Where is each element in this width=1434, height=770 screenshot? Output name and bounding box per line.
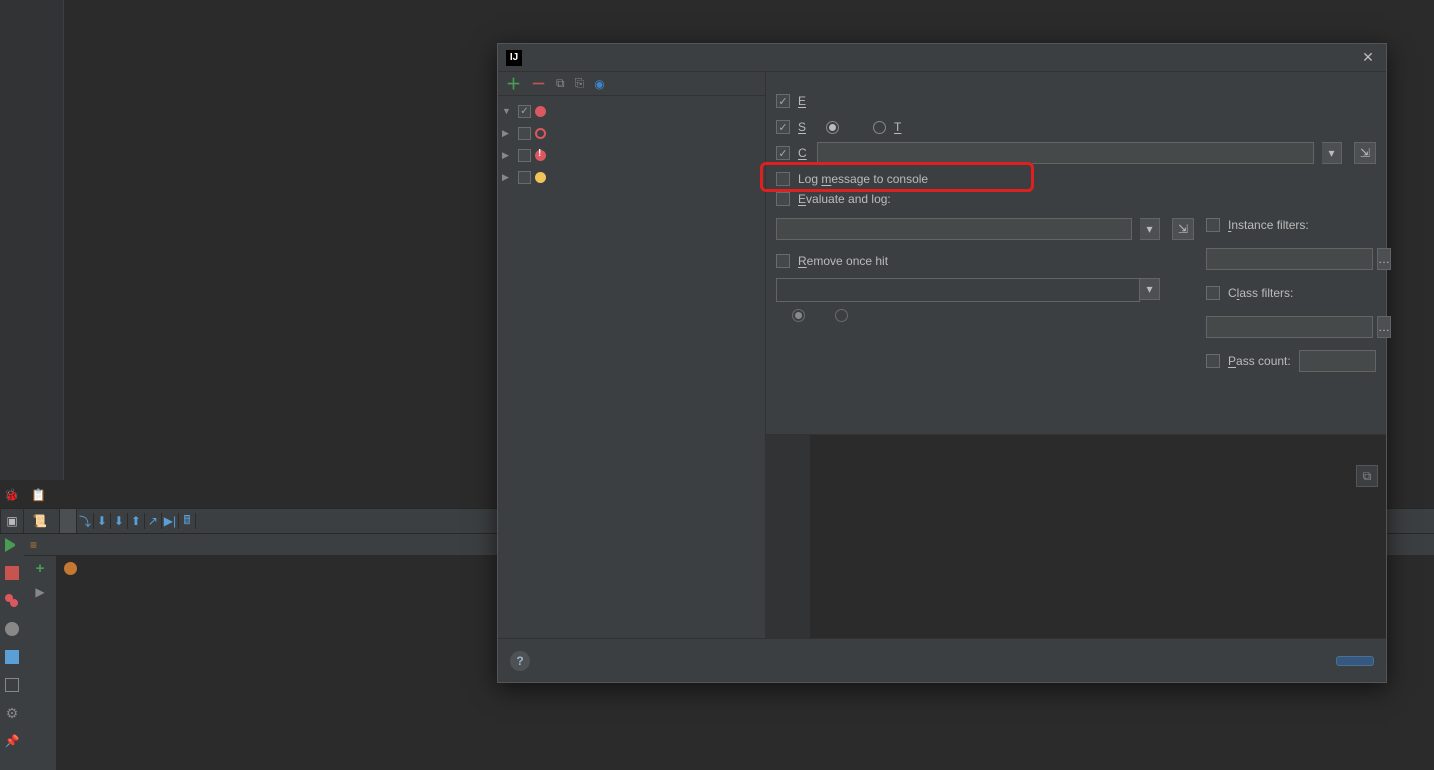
tree-method-bp[interactable]: ▶: [498, 122, 765, 144]
pass-count-checkbox[interactable]: [1206, 354, 1220, 368]
condition-input[interactable]: [817, 142, 1314, 164]
line-breakpoint-icon: [535, 106, 546, 117]
restore-layout-icon[interactable]: ▣: [0, 509, 24, 533]
disabled-until-dropdown-icon[interactable]: ▾: [1140, 278, 1160, 300]
evaluate-icon[interactable]: 🖩: [179, 513, 196, 529]
history-dropdown-icon[interactable]: ▾: [1322, 142, 1342, 164]
console-tab[interactable]: 📜: [24, 509, 60, 533]
resume-icon[interactable]: [5, 538, 19, 552]
step-into-icon[interactable]: ⬇: [94, 513, 111, 529]
instance-filters-input: [1206, 248, 1373, 270]
eval-expand-icon[interactable]: ⇲: [1172, 218, 1194, 240]
all-radio[interactable]: [826, 121, 839, 134]
variable-badge-icon: [64, 562, 77, 575]
condition-checkbox[interactable]: [776, 146, 790, 160]
force-step-into-icon[interactable]: ⬇: [111, 513, 128, 529]
debug-tab-header: 🐞 📋: [0, 486, 52, 504]
enabled-checkbox[interactable]: [776, 94, 790, 108]
evaluate-log-checkbox[interactable]: [776, 192, 790, 206]
copy-icon[interactable]: ⎘: [575, 76, 585, 91]
remove-breakpoint-icon[interactable]: －: [531, 73, 546, 94]
eval-dropdown-icon[interactable]: ▾: [1140, 218, 1160, 240]
expand-icon[interactable]: ▶: [35, 585, 44, 599]
checkbox-icon[interactable]: [518, 105, 531, 118]
stop-icon[interactable]: [5, 566, 19, 580]
get-thread-dump-icon[interactable]: [5, 650, 19, 664]
pin-icon[interactable]: 📌: [5, 734, 19, 748]
group-by-icon[interactable]: ⧉: [556, 76, 565, 91]
leave-enabled-radio[interactable]: [835, 309, 848, 322]
disable-again-radio[interactable]: [792, 309, 805, 322]
restore-layout-icon[interactable]: [5, 678, 19, 692]
navigate-icon[interactable]: ⧉: [1356, 465, 1378, 487]
step-out-icon[interactable]: ⬆: [128, 513, 145, 529]
expand-condition-icon[interactable]: ⇲: [1354, 142, 1376, 164]
breakpoints-tree[interactable]: ▼ ▶ ▶ ▶: [498, 96, 765, 638]
new-watch-icon[interactable]: +: [36, 560, 45, 577]
step-over-icon[interactable]: ⤵: [77, 513, 94, 529]
class-filters-browse-icon[interactable]: …: [1377, 316, 1391, 338]
breakpoint-preview: ⧉: [766, 434, 1386, 638]
run-to-cursor-icon[interactable]: ▶|: [162, 513, 179, 529]
class-filters-input: [1206, 316, 1373, 338]
debug-left-toolbar: ⚙ 📌: [0, 534, 24, 770]
filter-icon[interactable]: ◉: [594, 77, 604, 91]
instance-filters-browse-icon[interactable]: …: [1377, 248, 1391, 270]
instance-filters-checkbox[interactable]: [1206, 218, 1220, 232]
view-breakpoints-icon[interactable]: [5, 594, 19, 608]
debugger-tab[interactable]: [60, 509, 77, 533]
pass-count-input: [1299, 350, 1376, 372]
js-exception-breakpoint-icon: [535, 172, 546, 183]
checkbox-icon[interactable]: [518, 171, 531, 184]
log-console-checkbox[interactable]: [776, 172, 790, 186]
method-breakpoint-icon: [535, 128, 546, 139]
add-breakpoint-icon[interactable]: ＋: [506, 73, 521, 94]
tree-exception-bp[interactable]: ▶: [498, 144, 765, 166]
tree-js-exception-bp[interactable]: ▶: [498, 166, 765, 188]
checkbox-icon[interactable]: [518, 127, 531, 140]
done-button[interactable]: [1336, 656, 1374, 666]
class-filters-checkbox[interactable]: [1206, 286, 1220, 300]
console-icon: 📜: [32, 514, 47, 528]
intellij-icon: IJ: [506, 50, 522, 66]
settings-gear-icon[interactable]: ⚙: [5, 706, 19, 720]
disabled-until-select[interactable]: [776, 278, 1140, 302]
thread-radio[interactable]: [873, 121, 886, 134]
tree-root-line-bp[interactable]: ▼: [498, 100, 765, 122]
mute-breakpoints-icon[interactable]: [5, 622, 19, 636]
remove-once-checkbox[interactable]: [776, 254, 790, 268]
breakpoints-dialog: IJ ✕ ＋ － ⧉ ⎘ ◉ ▼ ▶: [497, 43, 1387, 683]
drop-frame-icon[interactable]: ↗: [145, 513, 162, 529]
checkbox-icon[interactable]: [518, 149, 531, 162]
evaluate-log-input: [776, 218, 1132, 240]
help-icon[interactable]: ?: [510, 651, 530, 671]
close-icon[interactable]: ✕: [1358, 48, 1378, 68]
exception-breakpoint-icon: [535, 150, 546, 161]
suspend-checkbox[interactable]: [776, 120, 790, 134]
